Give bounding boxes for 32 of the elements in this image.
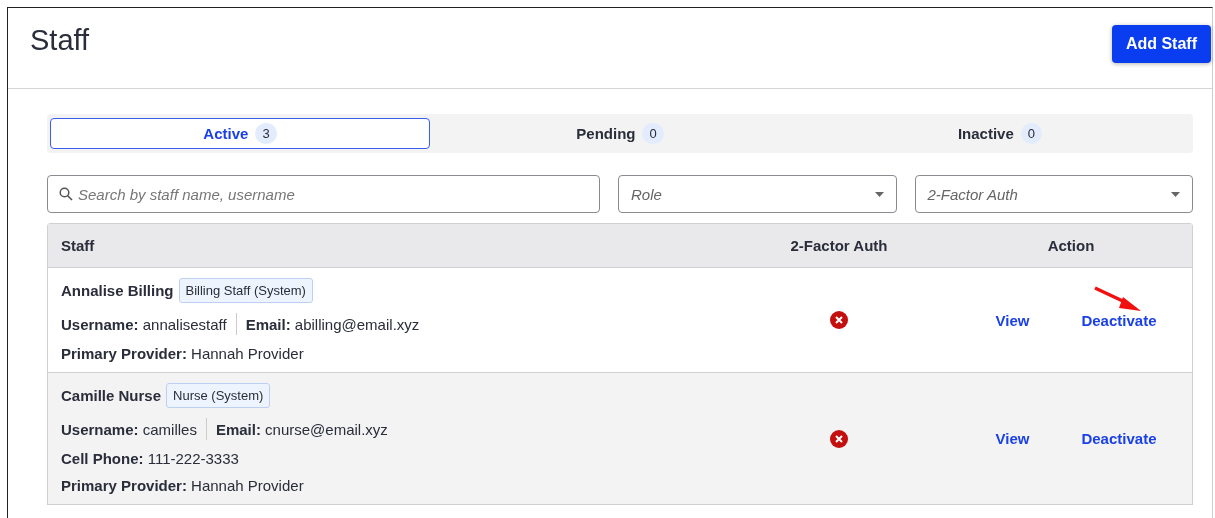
action-link[interactable]: View [995,430,1030,447]
staff-name: Camille Nurse [61,387,162,404]
role-tag: Nurse (System) [166,383,271,408]
caret-icon [874,191,884,197]
action-link[interactable]: Deactivate [1081,311,1157,329]
staff-detail: Cell Phone: 111-222-3333 [61,450,239,467]
staff-detail: Primary Provider: Hannah Provider [61,345,304,362]
page-title: Staff [30,24,90,57]
role-dropdown[interactable]: Role [618,175,897,213]
caret-icon [1171,191,1180,197]
column-header: Staff [60,237,96,254]
status-tab[interactable]: Pending 0 [430,118,810,149]
column-header: 2-Factor Auth [789,237,889,254]
action-link[interactable]: View [995,311,1030,329]
staff-detail: Username: camilles [61,420,197,438]
search-icon [59,187,73,201]
count-badge: 3 [255,123,277,144]
action-link[interactable]: Deactivate [1081,430,1157,447]
count-badge: 0 [642,123,664,144]
search-field[interactable]: Search by staff name, username [47,175,600,213]
staff-name: Annalise Billing [61,282,174,299]
role-tag: Billing Staff (System) [178,278,313,303]
status-tab[interactable]: Inactive 0 [810,118,1190,149]
add-staff-button[interactable]: Add Staff [1111,25,1211,63]
status-tab[interactable]: Active 3 [50,118,430,149]
staff-detail: Primary Provider: Hannah Provider [61,477,304,494]
staff-detail: Email: cnurse@email.xyz [215,420,388,438]
count-badge: 0 [1020,123,1043,144]
column-header: Action [1046,237,1096,254]
two-factor-dropdown[interactable]: 2-Factor Auth [914,175,1193,213]
staff-detail: Username: annalisestaff [61,315,227,333]
staff-detail: Email: abilling@email.xyz [245,315,420,333]
